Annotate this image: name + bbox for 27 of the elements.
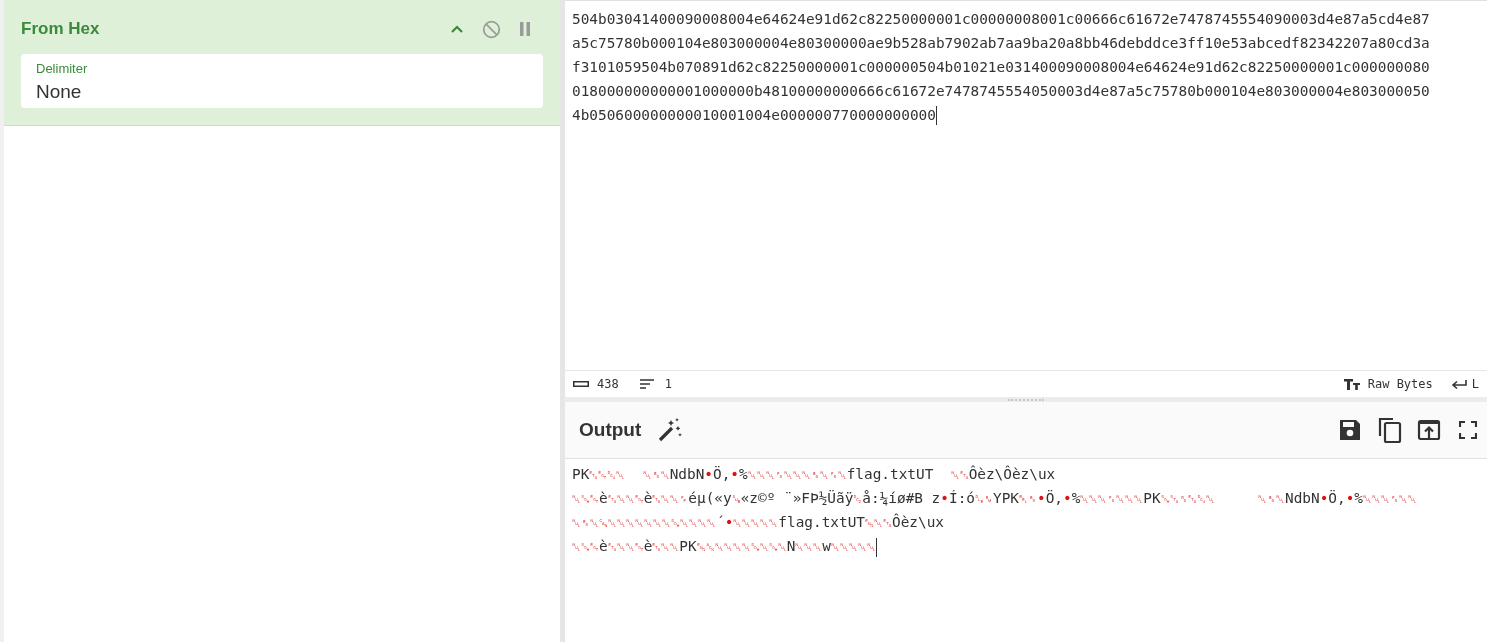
output-title: Output bbox=[579, 417, 642, 442]
line-count: 1 bbox=[664, 376, 673, 393]
open-in-input-icon[interactable] bbox=[1417, 419, 1441, 441]
output-text-line: PK␃␄␔␀ ␀␈␀NdbN•Ö,•%␀␀␀␜␀␀␀␈␀␜␀flag.txtUT ␀␃Ôèz\Ôèz\ux bbox=[572, 464, 1056, 484]
hex-text-line: 4b050600000000010001004e000000770000000000 bbox=[572, 106, 936, 125]
delimiter-field[interactable]: Delimiter None bbox=[21, 54, 543, 108]
text-cursor bbox=[876, 537, 877, 557]
magic-wand-icon[interactable] bbox=[657, 417, 684, 443]
encoding-label[interactable]: Raw Bytes bbox=[1367, 375, 1433, 393]
return-arrow-icon[interactable] bbox=[1450, 378, 1467, 390]
hex-text-line: a5c75780b000104e803000004e80300000ae9b528ab7902ab7aa9ba20a8bb46debddce3ff10e53abcedf82342207a80cd3a bbox=[572, 34, 1430, 53]
chevron-up-icon[interactable] bbox=[450, 24, 464, 34]
hex-text-line: 504b03041400090008004e64624e91d62c82250000001c00000008001c00666c61672e7478745554090003d4e87a5cd4e87 bbox=[572, 10, 1430, 29]
output-text-line: ␀␈␀␘␀␀␀␀␀␀␀␁␀␀␀␀´•␀␀␀␀␀flag.txtUT␅␀␃Ôèz\ux bbox=[572, 512, 944, 532]
save-icon[interactable] bbox=[1338, 418, 1362, 442]
output-text-line: ␀␁␄è␃␀␀␄è␃␀␀PK␅␆␀␀␀␀␁␀␁␀N␀␀␀w␀␀␀␀␀ bbox=[572, 537, 876, 556]
eol-label[interactable]: L bbox=[1471, 375, 1479, 393]
hex-text-line: f3101059504b070891d62c82250000001c000000504b01021e031400090008004e64624e91d62c82250000001c000000080 bbox=[572, 58, 1430, 77]
text-type-icon[interactable] bbox=[1343, 378, 1360, 390]
text-cursor bbox=[935, 105, 937, 125]
hex-text-line: 018000000000001000000b48100000000666c61672e7478745554050003d4e87a5c75780b000104e803000004e803000050 bbox=[572, 82, 1430, 101]
length-count: 438 bbox=[597, 376, 619, 393]
fullscreen-icon[interactable] bbox=[1459, 421, 1477, 439]
output-text-line: ␀␁␄è␃␀␀␄è␃␀␀␌éµ(«y␚«z©º ¨»FÞ½Üãÿ␒å:¼íø#B z•Í:ó␐␙YPK␇␈•Ö,•%␀␀␀␜␀␀␀PK␁␂␞␃␔␀ ␀␈␀NdbN•Ö,•%␀␀␀␜␀␀ bbox=[572, 489, 1417, 508]
copy-icon[interactable] bbox=[1377, 416, 1403, 444]
lines-icon bbox=[638, 378, 655, 390]
operation-title: From Hex bbox=[21, 18, 101, 41]
